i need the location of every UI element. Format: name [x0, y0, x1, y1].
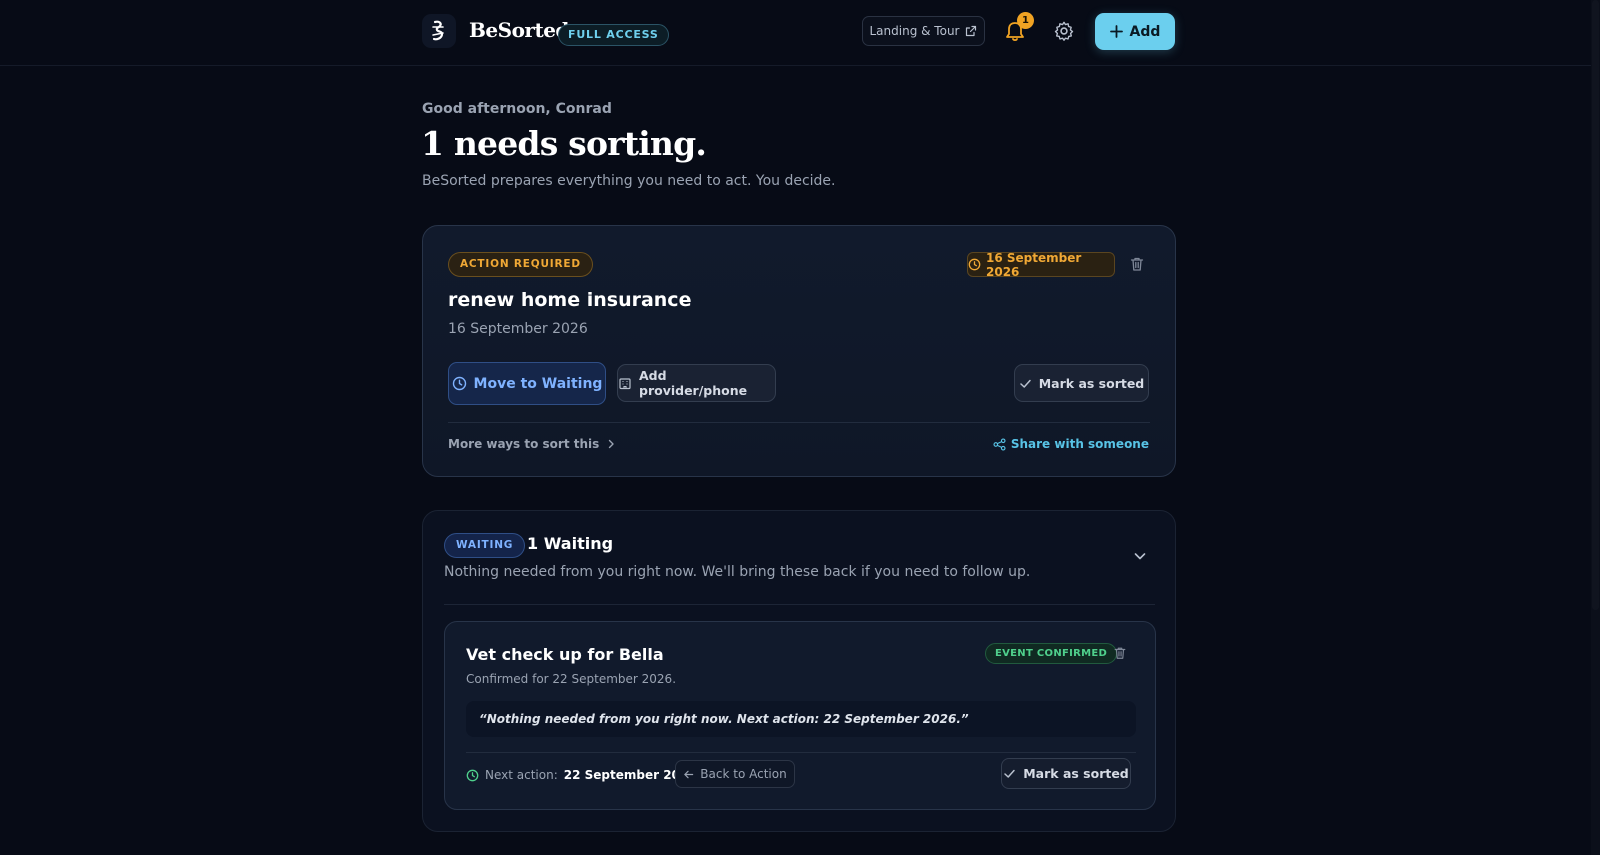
waiting-description: Nothing needed from you right now. We'll… — [444, 564, 1031, 580]
clock-icon — [968, 258, 981, 271]
divider — [466, 752, 1136, 753]
check-icon — [1019, 377, 1032, 390]
waiting-item-confirmed: Confirmed for 22 September 2026. — [466, 672, 677, 686]
mark-as-sorted-label: Mark as sorted — [1023, 766, 1129, 781]
chevron-right-icon — [606, 439, 616, 449]
waiting-item-title: Vet check up for Bella — [466, 645, 664, 664]
add-button[interactable]: Add — [1095, 13, 1175, 50]
more-ways-link[interactable]: More ways to sort this — [448, 437, 616, 451]
mark-as-sorted-label: Mark as sorted — [1038, 375, 1145, 391]
share-label: Share with someone — [1010, 437, 1149, 451]
scrollbar-thumb[interactable] — [1592, 0, 1599, 610]
share-link[interactable]: Share with someone — [993, 437, 1149, 451]
event-confirmed-badge: EVENT CONFIRMED — [985, 643, 1118, 664]
landing-tour-label: Landing & Tour — [869, 24, 960, 38]
page-subtitle: BeSorted prepares everything you need to… — [422, 173, 836, 189]
task-title: renew home insurance — [448, 289, 692, 311]
more-ways-label: More ways to sort this — [448, 437, 600, 451]
due-date-chip: 16 September 2026 — [967, 250, 1115, 279]
share-icon — [993, 437, 1006, 451]
landing-tour-button[interactable]: Landing & Tour — [862, 16, 985, 46]
external-link-icon — [965, 25, 977, 37]
divider — [448, 422, 1150, 423]
back-to-action-label: Back to Action — [700, 767, 787, 781]
greeting: Good afternoon, Conrad — [422, 101, 612, 117]
mark-as-sorted-button[interactable]: Mark as sorted — [1014, 364, 1149, 402]
next-action: Next action: 22 September 2026 — [466, 768, 697, 782]
waiting-badge: WAITING — [444, 533, 526, 558]
page-title: 1 needs sorting. — [421, 124, 707, 163]
arrow-left-icon — [683, 769, 694, 780]
move-to-waiting-button[interactable]: Move to Waiting — [448, 362, 606, 405]
brand-name[interactable]: BeSorted — [469, 18, 569, 42]
waiting-section: WAITING 1 Waiting Nothing needed from yo… — [422, 510, 1176, 832]
plus-icon — [1109, 25, 1123, 38]
building-icon — [618, 376, 632, 390]
page-scrollbar[interactable] — [1591, 0, 1600, 855]
logo-icon[interactable] — [422, 14, 456, 48]
divider — [444, 604, 1155, 605]
add-button-label: Add — [1129, 23, 1161, 40]
add-provider-label: Add provider/phone — [639, 368, 748, 398]
mark-as-sorted-button[interactable]: Mark as sorted — [1001, 758, 1131, 789]
add-provider-button[interactable]: Add provider/phone — [617, 364, 776, 402]
clock-icon — [466, 769, 479, 782]
trash-icon[interactable] — [1129, 256, 1145, 272]
action-card: ACTION REQUIRED 16 September 2026 renew … — [422, 225, 1176, 477]
waiting-item-note: “Nothing needed from you right now. Next… — [466, 701, 1136, 737]
move-to-waiting-label: Move to Waiting — [473, 375, 603, 392]
waiting-item-card: Vet check up for Bella Confirmed for 22 … — [444, 621, 1156, 810]
clock-icon — [452, 376, 467, 391]
next-action-label: Next action: — [485, 768, 558, 782]
due-date-label: 16 September 2026 — [986, 250, 1082, 279]
top-bar: BeSorted FULL ACCESS Landing & Tour 1 Ad… — [0, 0, 1591, 66]
notification-count-badge: 1 — [1017, 12, 1034, 29]
action-required-badge: ACTION REQUIRED — [448, 252, 593, 277]
gear-icon[interactable] — [1053, 20, 1075, 42]
trash-icon[interactable] — [1113, 646, 1127, 660]
access-badge: FULL ACCESS — [558, 24, 669, 46]
chevron-down-icon[interactable] — [1132, 548, 1148, 564]
task-date: 16 September 2026 — [448, 321, 588, 337]
waiting-title: 1 Waiting — [527, 534, 614, 553]
back-to-action-button[interactable]: Back to Action — [675, 760, 795, 788]
check-icon — [1003, 767, 1016, 780]
